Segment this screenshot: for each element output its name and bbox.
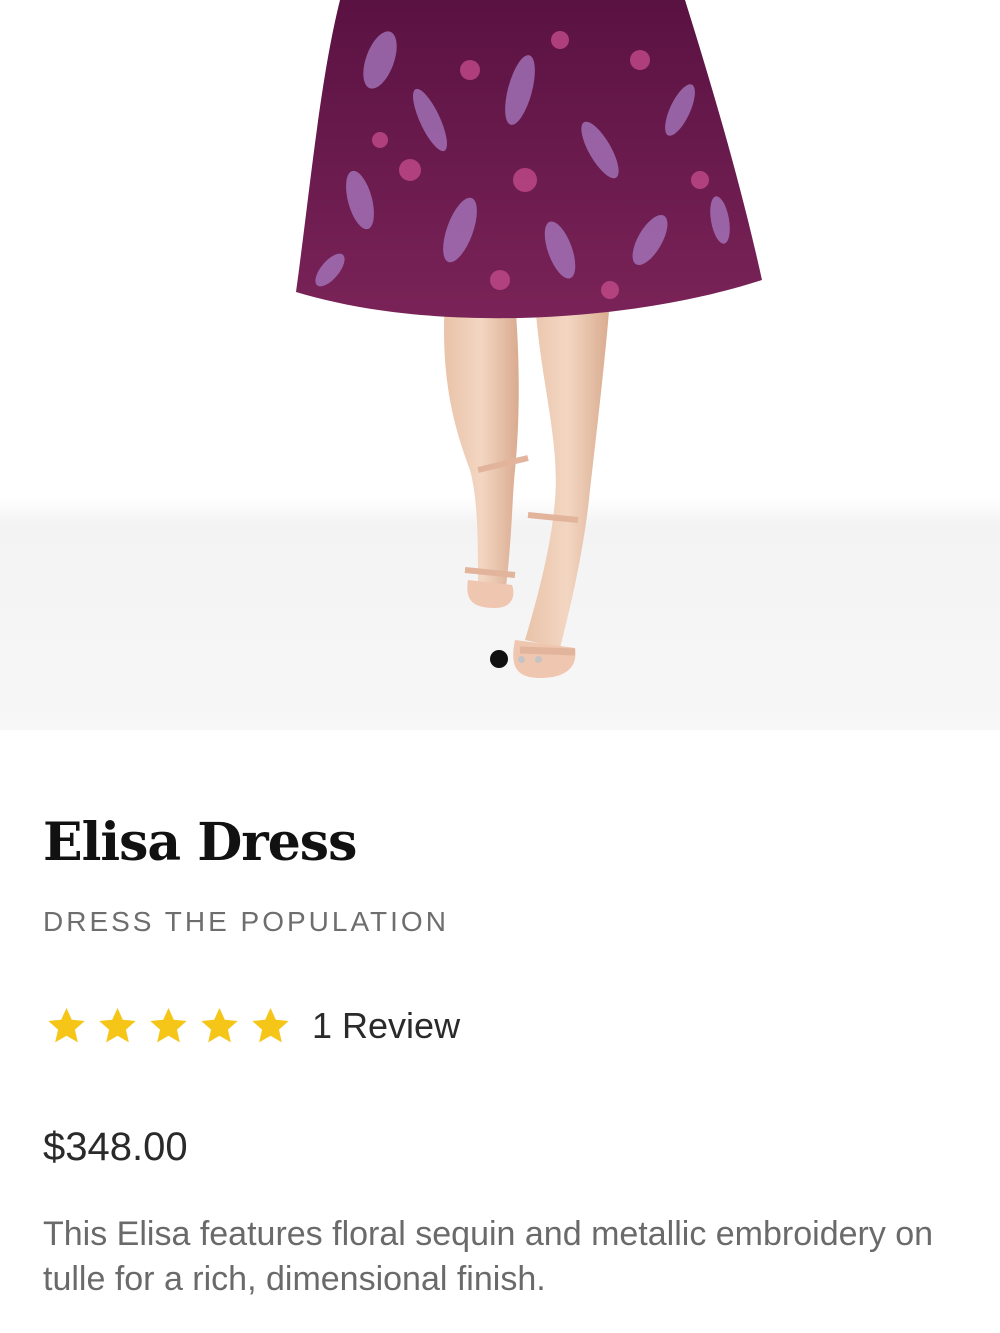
carousel-dot-active[interactable]	[490, 650, 508, 668]
star-icon	[145, 1004, 192, 1048]
carousel-dot[interactable]	[518, 655, 525, 663]
carousel-indicator[interactable]	[490, 650, 542, 668]
star-icon	[94, 1004, 141, 1048]
product-description: This Elisa features floral sequin and me…	[43, 1215, 934, 1298]
carousel-dot[interactable]	[535, 655, 542, 663]
brand-name[interactable]: DRESS THE POPULATION	[43, 906, 449, 938]
product-price: $348.00	[43, 1125, 188, 1169]
product-image[interactable]	[0, 0, 1000, 730]
star-icon	[43, 1004, 90, 1048]
star-icon	[247, 1004, 294, 1048]
star-icon	[196, 1004, 243, 1048]
rating-row[interactable]: 1 Review	[43, 1004, 460, 1048]
product-title: Elisa Dress	[43, 812, 357, 873]
dress-photo	[296, 0, 762, 678]
review-count-link[interactable]: 1 Review	[312, 1005, 460, 1047]
